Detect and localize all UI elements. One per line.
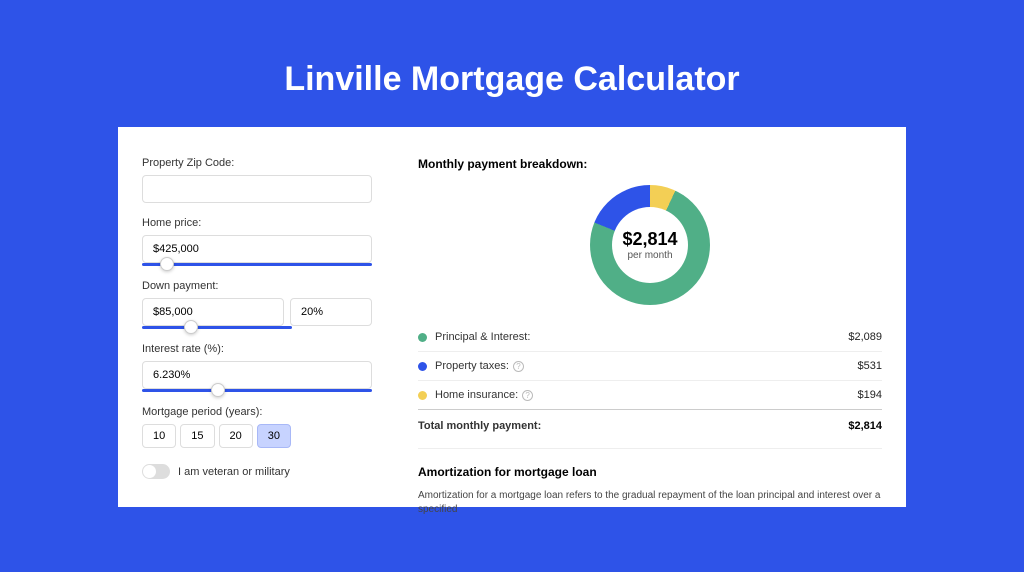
down-field: Down payment: (142, 280, 372, 329)
legend-value: $531 (858, 360, 882, 372)
amort-title: Amortization for mortgage loan (418, 465, 882, 479)
donut-value: $2,814 (622, 229, 677, 250)
legend-name: Home insurance:? (435, 389, 858, 401)
veteran-toggle[interactable] (142, 464, 170, 479)
zip-field: Property Zip Code: (142, 157, 372, 203)
form-panel: Property Zip Code: Home price: Down paym… (142, 157, 382, 507)
period-15[interactable]: 15 (180, 424, 214, 448)
zip-input[interactable] (142, 175, 372, 203)
period-20[interactable]: 20 (219, 424, 253, 448)
calculator-card: Property Zip Code: Home price: Down paym… (118, 127, 906, 507)
period-30[interactable]: 30 (257, 424, 291, 448)
breakdown-donut-chart: $2,814 per month (590, 185, 710, 305)
price-label: Home price: (142, 217, 372, 229)
price-field: Home price: (142, 217, 372, 266)
down-amount-input[interactable] (142, 298, 284, 326)
donut-sub: per month (627, 250, 672, 261)
rate-input[interactable] (142, 361, 372, 389)
total-value: $2,814 (848, 420, 882, 432)
amort-text: Amortization for a mortgage loan refers … (418, 489, 882, 517)
legend-dot (418, 333, 427, 342)
legend-row-1: Property taxes:?$531 (418, 352, 882, 381)
rate-label: Interest rate (%): (142, 343, 372, 355)
page-title: Linville Mortgage Calculator (0, 60, 1024, 99)
down-pct-input[interactable] (290, 298, 372, 326)
legend-name: Property taxes:? (435, 360, 858, 372)
period-10[interactable]: 10 (142, 424, 176, 448)
rate-slider[interactable] (142, 389, 372, 392)
price-slider[interactable] (142, 263, 372, 266)
down-label: Down payment: (142, 280, 372, 292)
breakdown-title: Monthly payment breakdown: (418, 157, 882, 171)
veteran-label: I am veteran or military (178, 466, 290, 478)
help-icon[interactable]: ? (513, 361, 524, 372)
legend-value: $194 (858, 389, 882, 401)
zip-label: Property Zip Code: (142, 157, 372, 169)
down-slider[interactable] (142, 326, 292, 329)
total-row: Total monthly payment: $2,814 (418, 410, 882, 442)
legend-value: $2,089 (848, 331, 882, 343)
period-field: Mortgage period (years): 10152030 (142, 406, 372, 448)
legend-row-0: Principal & Interest:$2,089 (418, 323, 882, 352)
period-label: Mortgage period (years): (142, 406, 372, 418)
total-label: Total monthly payment: (418, 420, 848, 432)
legend: Principal & Interest:$2,089Property taxe… (418, 323, 882, 410)
legend-dot (418, 362, 427, 371)
period-buttons: 10152030 (142, 424, 372, 448)
legend-dot (418, 391, 427, 400)
rate-field: Interest rate (%): (142, 343, 372, 392)
help-icon[interactable]: ? (522, 390, 533, 401)
veteran-row: I am veteran or military (142, 464, 372, 479)
price-input[interactable] (142, 235, 372, 263)
legend-name: Principal & Interest: (435, 331, 848, 343)
legend-row-2: Home insurance:?$194 (418, 381, 882, 410)
amortization-section: Amortization for mortgage loan Amortizat… (418, 448, 882, 517)
breakdown-panel: Monthly payment breakdown: $2,814 per mo… (382, 157, 882, 507)
